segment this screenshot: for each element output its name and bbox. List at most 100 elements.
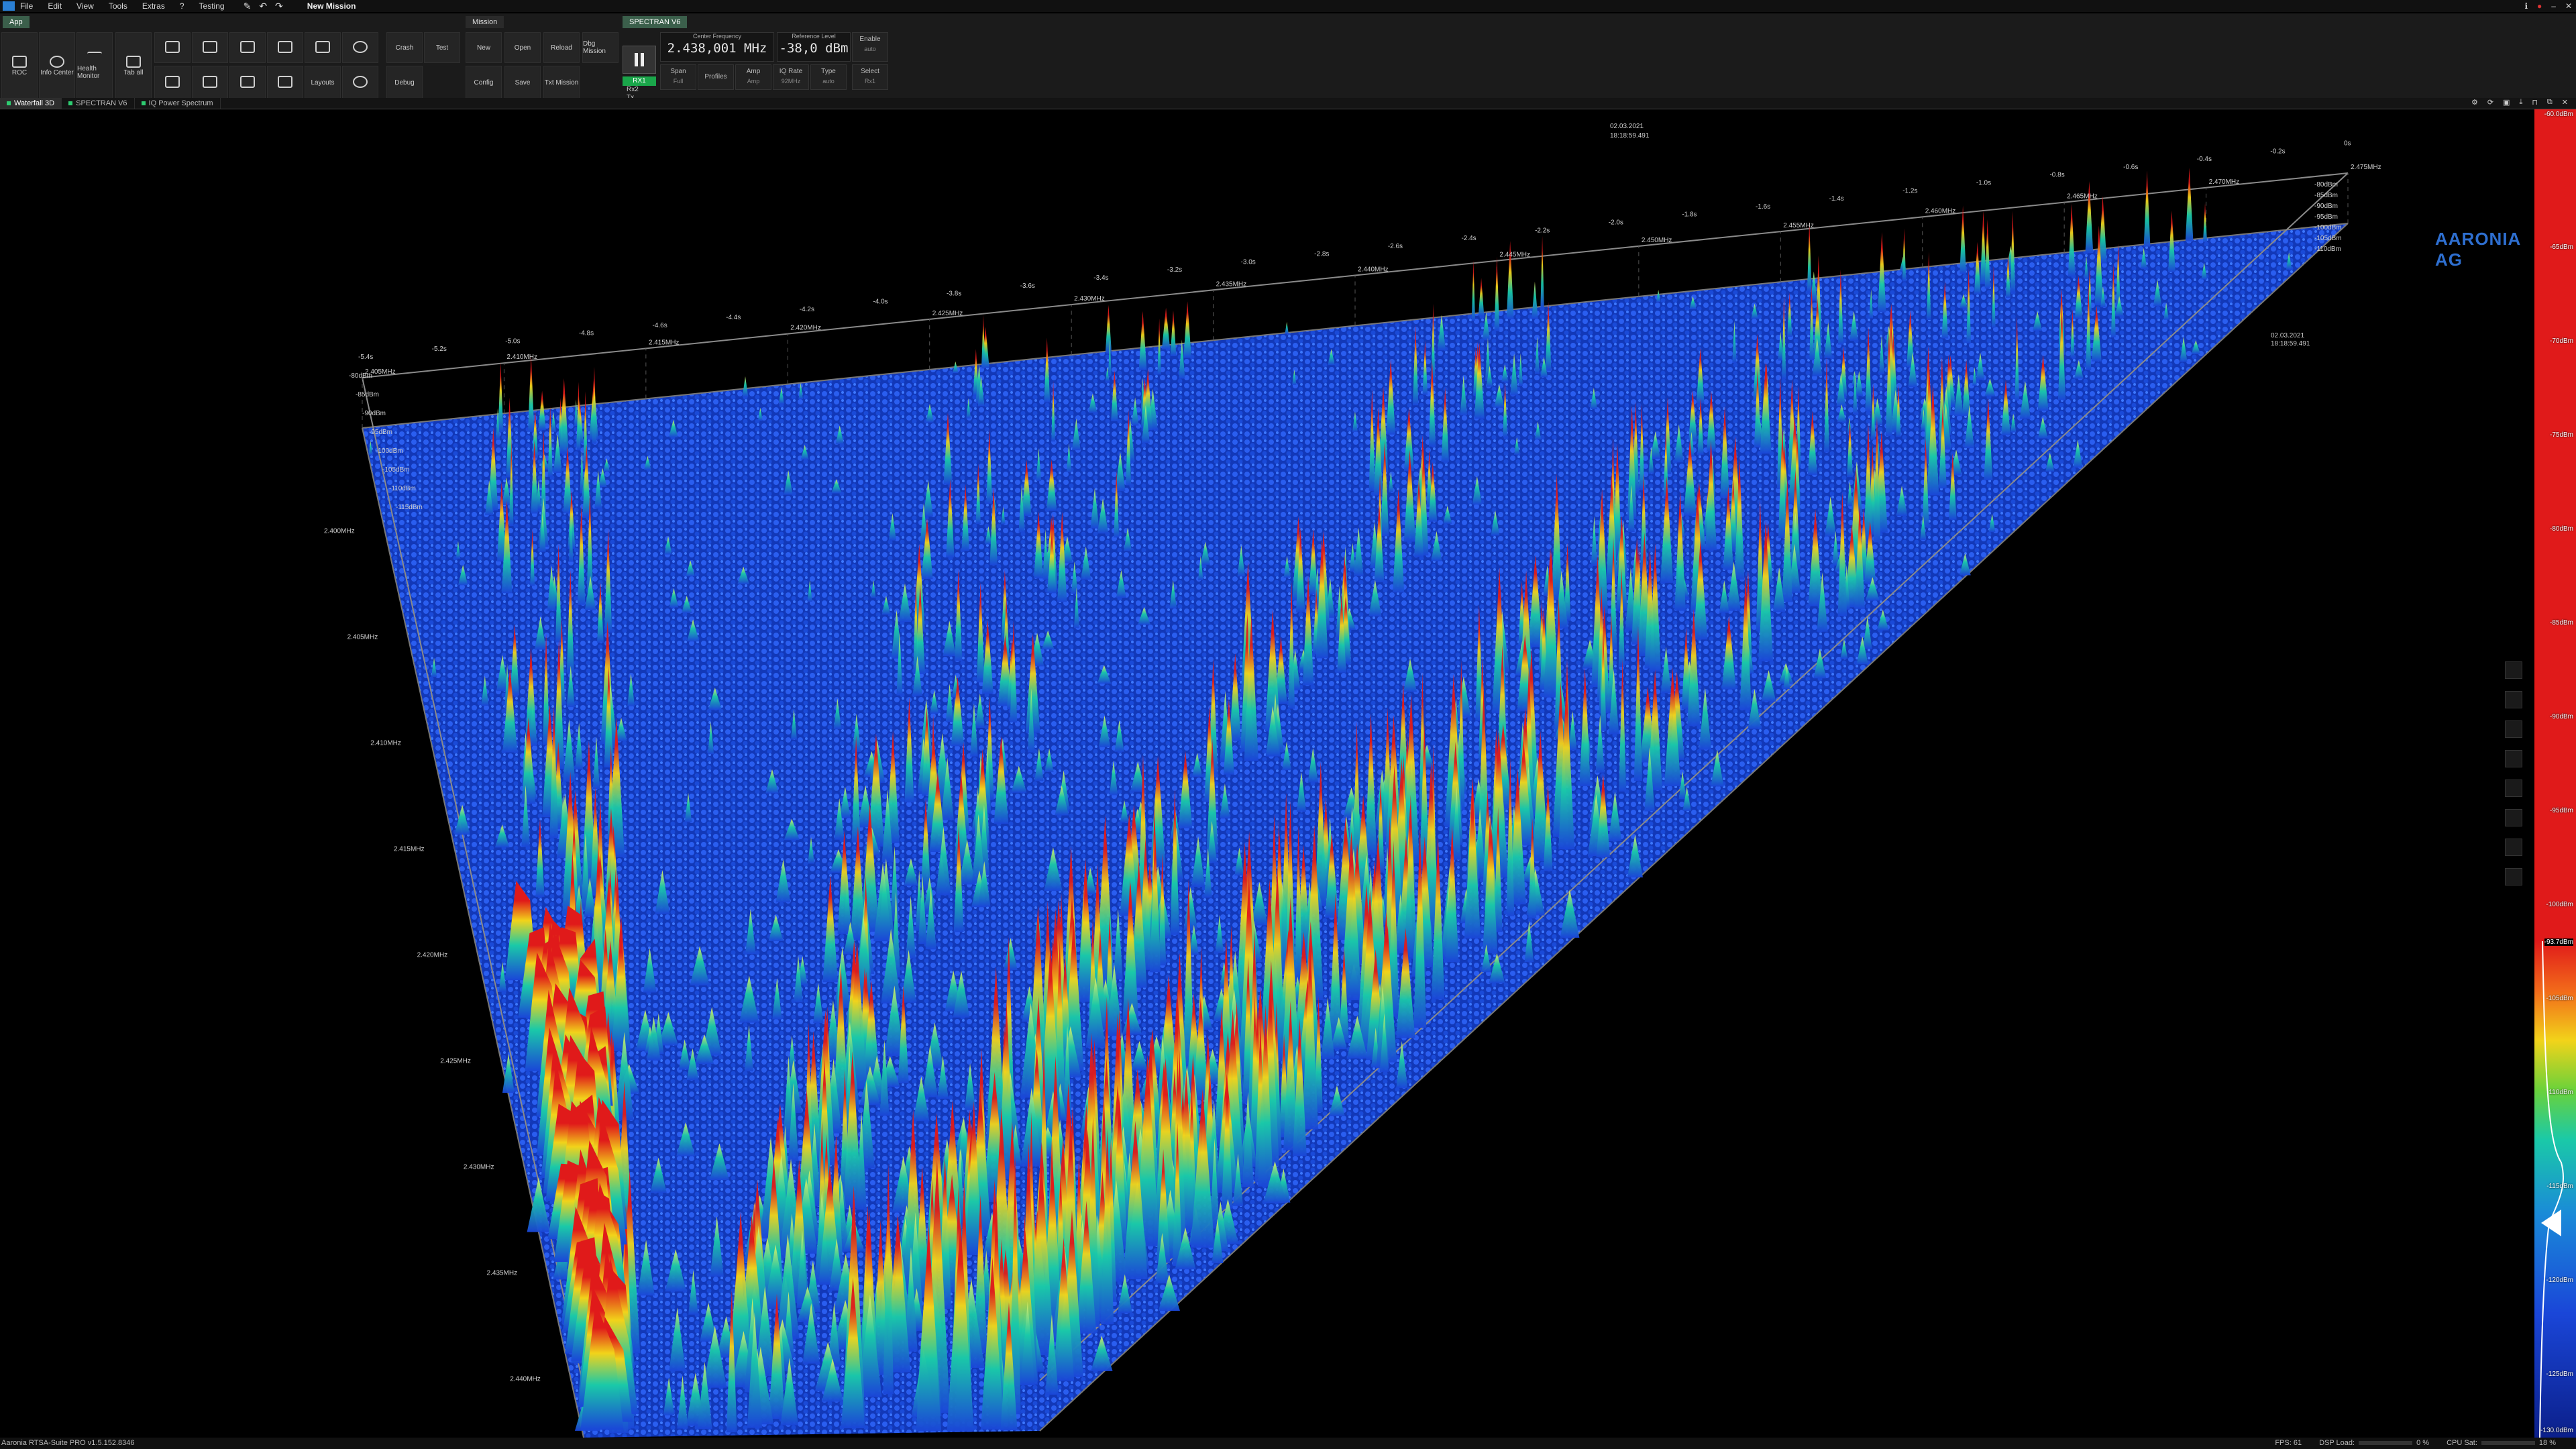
type-field[interactable]: Type auto [810, 64, 847, 90]
debug-button[interactable]: Debug [386, 66, 423, 99]
mission-save-label: Save [515, 78, 531, 87]
marker-tool-icon[interactable] [2505, 661, 2522, 679]
signal-peak [742, 376, 749, 397]
signal-peak [1984, 219, 1990, 289]
menu-tools[interactable]: Tools [109, 1, 127, 11]
mission-save-button[interactable]: Save [504, 66, 541, 99]
layout-four-rows-icon [278, 76, 292, 88]
color-scale-tick: -95dBm [2549, 807, 2573, 814]
trace-tool-icon[interactable] [2505, 780, 2522, 797]
close-view-icon[interactable]: ✕ [2562, 98, 2568, 107]
status-dot-icon [68, 101, 73, 105]
peak-tool-icon[interactable] [2505, 868, 2522, 885]
tab-waterfall-3d[interactable]: Waterfall 3D [0, 98, 62, 109]
frequency-tick-label: 2.415MHz [649, 339, 680, 346]
layout-two-rows-button[interactable] [192, 66, 228, 99]
ribbon: App Mission SPECTRAN V6 ROC Info Center … [0, 13, 2576, 103]
layout-four-col-button[interactable] [267, 32, 303, 63]
layouts-label: Layouts [311, 78, 335, 87]
text-tool-icon[interactable] [2505, 691, 2522, 708]
info-icon [50, 55, 64, 68]
mission-open-label: Open [514, 44, 531, 52]
menu-file[interactable]: File [20, 1, 33, 11]
layout-three-rows-button[interactable] [229, 66, 266, 99]
mission-config-button[interactable]: Config [466, 66, 502, 99]
measure-tool-icon[interactable] [2505, 720, 2522, 738]
aaronia-logo: AARONIA AG [2435, 229, 2521, 270]
area-tool-icon[interactable] [2505, 839, 2522, 856]
crash-label: Crash [395, 44, 414, 52]
layouts-button[interactable]: Layouts [305, 66, 341, 99]
dbg-mission-button[interactable]: Dbg Mission [582, 32, 619, 63]
cursor-tool-icon[interactable] [2505, 809, 2522, 826]
tab-spectran[interactable]: SPECTRAN V6 [623, 16, 688, 28]
iq-rate-field[interactable]: IQ Rate 92MHz [773, 64, 809, 90]
select-field[interactable]: Select Rx1 [852, 64, 888, 90]
iq-rate-value: 92MHz [781, 78, 801, 85]
frequency-tick-label: 2.460MHz [1925, 207, 1956, 215]
enable-label: Enable [859, 36, 881, 43]
pin-icon[interactable]: ⊓ [2532, 98, 2538, 107]
tab-app[interactable]: App [3, 16, 30, 28]
pen-icon[interactable]: ✎ [244, 1, 252, 12]
health-monitor-button[interactable]: Health Monitor [76, 32, 113, 99]
record-icon[interactable]: ● [2537, 1, 2542, 11]
pause-button[interactable] [623, 46, 656, 74]
mission-reload-label: Reload [551, 44, 572, 52]
mission-new-button[interactable]: New [466, 32, 502, 63]
frequency-tick-label: 2.435MHz [1216, 280, 1247, 288]
mission-reload-button[interactable]: Reload [543, 32, 580, 63]
color-scale-bar[interactable]: -65dBm -70dBm -75dBm -80dBm -85dBm -90dBm -95d… [2534, 109, 2576, 1438]
refresh-icon[interactable]: ⟳ [2487, 98, 2493, 107]
menu-view[interactable]: View [76, 1, 94, 11]
tab-mission[interactable]: Mission [466, 16, 504, 28]
popout-icon[interactable]: ⧉ [2547, 98, 2553, 107]
menu-testing[interactable]: Testing [199, 1, 225, 11]
smile-button[interactable] [342, 32, 378, 63]
crash-button[interactable]: Crash [386, 32, 423, 63]
tab-spectran-v6[interactable]: SPECTRAN V6 [62, 98, 135, 109]
minimize-icon[interactable]: – [2551, 1, 2556, 11]
right-level-tick-label: -95dBm [2314, 213, 2338, 221]
tab-iq-power-spectrum[interactable]: IQ Power Spectrum [135, 98, 221, 109]
mission-open-button[interactable]: Open [504, 32, 541, 63]
layout-two-row-button[interactable] [154, 32, 191, 63]
layout-two-col-button[interactable] [192, 32, 228, 63]
menu-edit[interactable]: Edit [48, 1, 62, 11]
test-button[interactable]: Test [424, 32, 460, 63]
center-frequency-field[interactable]: Center Frequency 2.438,001 MHz [660, 32, 774, 62]
menu-extras[interactable]: Extras [142, 1, 165, 11]
left-frequency-tick-label: 2.435MHz [487, 1270, 518, 1277]
profiles-button[interactable]: Profiles [698, 64, 734, 90]
close-icon[interactable]: ✕ [2565, 1, 2572, 11]
undo-icon[interactable]: ↶ [259, 1, 267, 12]
layout-three-col-button[interactable] [229, 32, 266, 63]
rx2-label[interactable]: Rx2 [627, 86, 639, 93]
download-icon[interactable]: ⤓ [2519, 98, 2522, 107]
roc-button[interactable]: ROC [1, 32, 38, 99]
info-icon[interactable]: ℹ [2524, 1, 2528, 11]
time-tick-label: -2.4s [1461, 235, 1476, 242]
layout-grid-button[interactable] [305, 32, 341, 63]
redo-icon[interactable]: ↷ [275, 1, 283, 12]
enable-field[interactable]: Enable auto [852, 32, 888, 62]
level-tick-label: -100dBm [376, 447, 403, 455]
frequency-tick-label: 2.465MHz [2067, 193, 2098, 201]
amp-field[interactable]: Amp Amp [735, 64, 771, 90]
info-center-button[interactable]: Info Center [39, 32, 75, 99]
waterfall-3d-view[interactable]: 2.405MHz 2.410MHz 2.415MHz 2.420MHz 2.425MHz… [0, 109, 2533, 1438]
tab-all-button[interactable]: Tab all [115, 32, 152, 99]
span-field[interactable]: Span Full [660, 64, 696, 90]
menu-help[interactable]: ? [180, 1, 184, 11]
layout-four-rows-button[interactable] [267, 66, 303, 99]
frown-button[interactable] [342, 66, 378, 99]
settings-icon[interactable]: ⚙ [2471, 98, 2478, 107]
txt-mission-button[interactable]: Txt Mission [543, 66, 580, 99]
camera-icon[interactable]: ▣ [2503, 98, 2510, 107]
layout-stack-button[interactable] [154, 66, 191, 99]
waterfall-3d-plot[interactable]: 2.405MHz 2.410MHz 2.415MHz 2.420MHz 2.425MHz… [0, 109, 2533, 1438]
reference-level-field[interactable]: Reference Level -38,0 dBm [777, 32, 851, 62]
mission-new-label: New [476, 44, 490, 52]
layout-grid-icon [315, 41, 330, 53]
frame-tool-icon[interactable] [2505, 750, 2522, 767]
